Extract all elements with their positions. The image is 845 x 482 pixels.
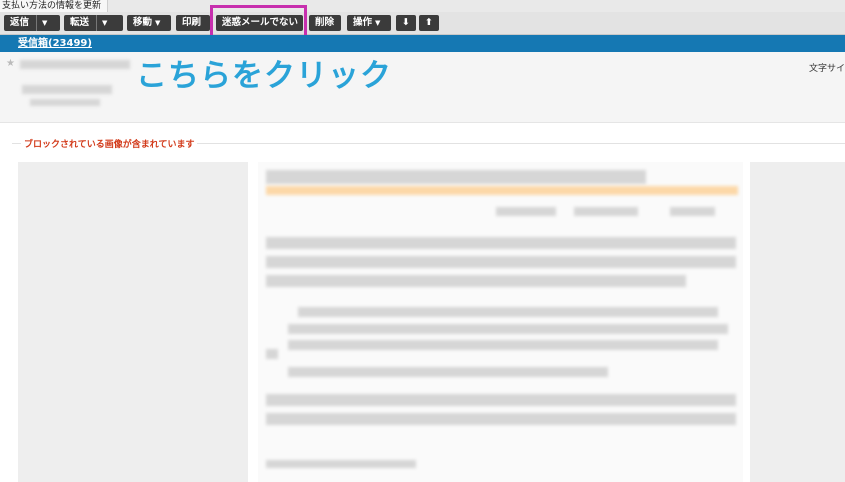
blurred-text <box>266 394 736 406</box>
forward-label: 転送 <box>70 17 90 28</box>
blurred-text <box>288 324 728 334</box>
print-button[interactable]: 印刷 <box>176 15 210 31</box>
blurred-date <box>30 99 100 106</box>
divider <box>36 15 38 31</box>
blurred-text <box>266 275 686 287</box>
highlight-frame <box>210 5 307 38</box>
tab-strip: 支払い方法の情報を更新 <box>0 0 845 12</box>
blurred-banner <box>266 186 738 195</box>
chevron-down-icon: ▼ <box>155 19 161 27</box>
blurred-sender <box>20 60 130 69</box>
move-label: 移動 <box>133 17 153 28</box>
divider <box>96 15 98 31</box>
arrow-down-icon: ⬇ <box>402 17 410 28</box>
reply-label: 返信 <box>10 17 30 28</box>
previous-message-button[interactable]: ⬆ <box>419 15 439 31</box>
actions-button[interactable]: 操作 ▼ <box>347 15 391 31</box>
blurred-text <box>670 207 715 216</box>
email-left-margin <box>18 162 248 482</box>
delete-button[interactable]: 削除 <box>309 15 341 31</box>
actions-label: 操作 <box>353 17 373 28</box>
email-body <box>258 162 743 482</box>
blurred-text <box>266 256 736 268</box>
blurred-text <box>288 367 608 377</box>
message-header: ★ <box>0 52 845 123</box>
blurred-text <box>496 207 556 216</box>
arrow-up-icon: ⬆ <box>425 17 433 28</box>
blurred-text <box>574 207 638 216</box>
blurred-bullet <box>266 349 278 359</box>
chevron-down-icon: ▼ <box>375 19 381 27</box>
folder-bar: 受信箱(23499) <box>0 35 845 52</box>
text-size-label[interactable]: 文字サイ <box>809 61 845 74</box>
blurred-text <box>266 413 736 425</box>
email-right-margin <box>750 162 845 482</box>
blocked-images-notice[interactable]: ブロックされている画像が含まれています <box>21 137 198 150</box>
blurred-text <box>288 340 718 350</box>
blurred-text <box>266 170 646 184</box>
chevron-down-icon[interactable]: ▼ <box>42 15 47 31</box>
inbox-link[interactable]: 受信箱(23499) <box>18 35 92 52</box>
blurred-text <box>266 460 416 468</box>
annotation-click-here: こちらをクリック <box>136 58 392 94</box>
tab-message-title[interactable]: 支払い方法の情報を更新 <box>0 0 109 12</box>
blurred-recipient <box>22 85 112 94</box>
next-message-button[interactable]: ⬇ <box>396 15 416 31</box>
move-button[interactable]: 移動 ▼ <box>127 15 171 31</box>
star-icon[interactable]: ★ <box>6 58 15 69</box>
blurred-text <box>298 307 718 317</box>
reply-button[interactable]: 返信 ▼ <box>4 15 60 31</box>
forward-button[interactable]: 転送 ▼ <box>64 15 123 31</box>
message-toolbar: 返信 ▼ 転送 ▼ 移動 ▼ 印刷 迷惑メールでない 削除 操作 ▼ ⬇ ⬆ <box>0 12 845 35</box>
blurred-text <box>266 237 736 249</box>
chevron-down-icon[interactable]: ▼ <box>102 15 107 31</box>
